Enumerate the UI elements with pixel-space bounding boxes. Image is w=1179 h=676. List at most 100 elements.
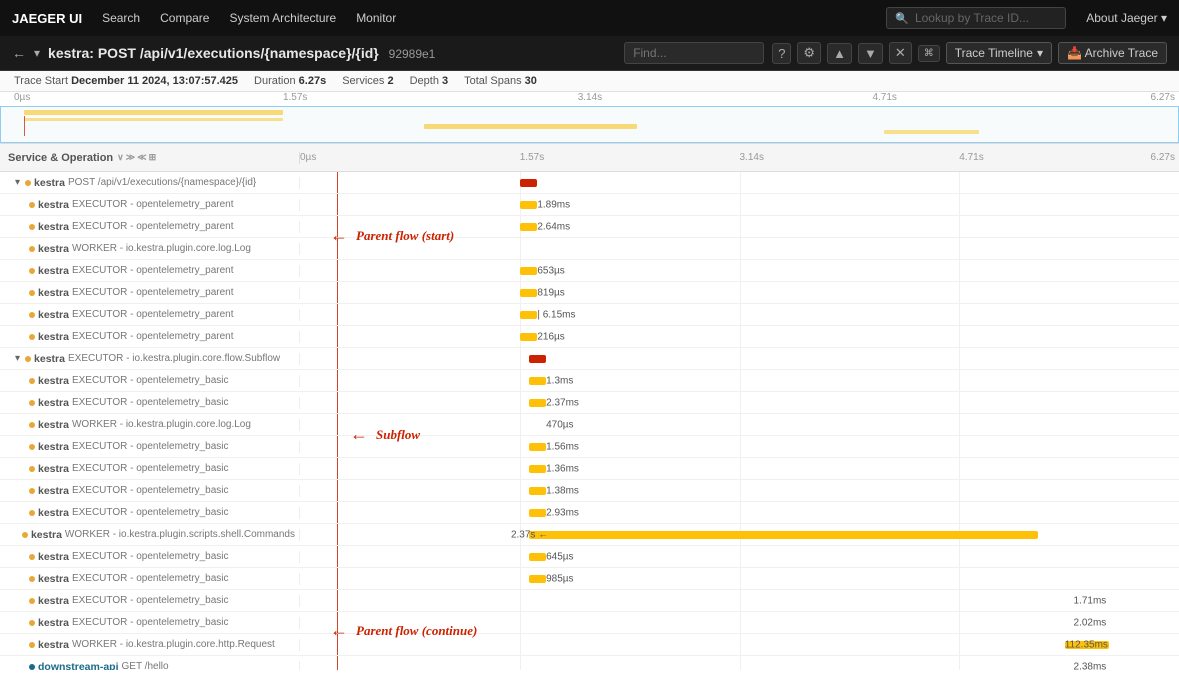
table-row[interactable]: kestra EXECUTOR - opentelemetry_basic 2.0… [0, 612, 1179, 634]
service-dot [29, 312, 35, 318]
table-row[interactable]: kestra EXECUTOR - opentelemetry_parent| … [0, 304, 1179, 326]
nav-search[interactable]: Search [102, 9, 140, 27]
table-row[interactable]: kestra EXECUTOR - opentelemetry_basic1.7… [0, 590, 1179, 612]
service-dot [29, 510, 35, 516]
about-button[interactable]: About Jaeger ▾ [1086, 11, 1167, 25]
nav-down-button[interactable]: ▼ [858, 43, 883, 64]
table-row[interactable]: ▾kestra POST /api/v1/executions/{namespa… [0, 172, 1179, 194]
nav-compare[interactable]: Compare [160, 9, 209, 27]
span-bar [520, 267, 538, 275]
table-row[interactable]: ▾kestra EXECUTOR - io.kestra.plugin.core… [0, 348, 1179, 370]
timeline-vline [337, 436, 338, 457]
nav-system-arch[interactable]: System Architecture [229, 9, 336, 27]
trace-rows-container[interactable]: ← Parent flow (start) ← Subflow ← Parent… [0, 172, 1179, 670]
table-row[interactable]: kestra WORKER - io.kestra.plugin.core.lo… [0, 414, 1179, 436]
grid-line [520, 392, 521, 413]
grid-line [959, 348, 960, 369]
close-button[interactable]: ✕ [889, 42, 912, 64]
service-dot [29, 664, 35, 670]
sort-asc-icon[interactable]: ∨ [117, 152, 124, 163]
table-row[interactable]: kestra EXECUTOR - opentelemetry_basic985… [0, 568, 1179, 590]
expand-all-icon[interactable]: ⊞ [149, 152, 157, 163]
span-duration-label: 2.02ms [1074, 617, 1107, 628]
table-row[interactable]: downstream-api GET /hello2.38ms [0, 656, 1179, 670]
expand-button[interactable]: ▾ [15, 177, 20, 188]
service-dot [29, 642, 35, 648]
expand-button[interactable]: ▾ [15, 353, 20, 364]
service-op-label: Service & Operation [8, 152, 113, 164]
timeline-dropdown-button[interactable]: Trace Timeline ▾ [946, 42, 1052, 64]
archive-label: Archive Trace [1085, 46, 1158, 60]
archive-button[interactable]: 📥 Archive Trace [1058, 42, 1167, 64]
trace-meta: Trace Start December 11 2024, 13:07:57.4… [0, 71, 1179, 92]
grid-line [740, 304, 741, 325]
row-timeline: 1.3ms [300, 370, 1179, 391]
trace-search-box[interactable]: 🔍 [886, 7, 1066, 29]
sort-toggle-icon[interactable]: ≪ [137, 152, 146, 163]
table-row[interactable]: kestra EXECUTOR - opentelemetry_parent1.… [0, 194, 1179, 216]
service-dot [25, 180, 31, 186]
find-input[interactable] [624, 42, 764, 64]
span-bar [529, 377, 547, 385]
tick-1.57s: 1.57s [520, 152, 544, 163]
timeline-minimap[interactable]: 0µs 1.57s 3.14s 4.71s 6.27s [0, 92, 1179, 144]
row-label: ▾kestra EXECUTOR - io.kestra.plugin.core… [0, 353, 300, 365]
chevron-down-icon: ▾ [1037, 46, 1043, 60]
grid-line [740, 568, 741, 589]
row-operation: GET /hello [122, 661, 169, 670]
timeline-vline [337, 546, 338, 567]
archive-icon: 📥 [1067, 46, 1082, 60]
table-row[interactable]: kestra WORKER - io.kestra.plugin.core.lo… [0, 238, 1179, 260]
row-label: kestra EXECUTOR - opentelemetry_basic [0, 397, 300, 409]
table-row[interactable]: kestra EXECUTOR - opentelemetry_parent65… [0, 260, 1179, 282]
row-label: kestra WORKER - io.kestra.plugin.core.ht… [0, 639, 300, 651]
table-row[interactable]: kestra EXECUTOR - opentelemetry_parent21… [0, 326, 1179, 348]
row-label: kestra EXECUTOR - opentelemetry_parent [0, 199, 300, 211]
nav-monitor[interactable]: Monitor [356, 9, 396, 27]
grid-line [959, 194, 960, 215]
chevron-toggle[interactable]: ▾ [34, 46, 40, 60]
nav-up-button[interactable]: ▲ [827, 43, 852, 64]
row-service-name: kestra [38, 441, 69, 453]
sort-icons[interactable]: ∨ ≫ ≪ ⊞ [117, 152, 156, 163]
settings-button[interactable]: ⚙ [797, 42, 821, 64]
timeline-vline [337, 304, 338, 325]
row-service-name: downstream-api [38, 661, 119, 671]
table-row[interactable]: kestra EXECUTOR - opentelemetry_basic2.3… [0, 392, 1179, 414]
sort-desc-icon[interactable]: ≫ [126, 152, 135, 163]
back-button[interactable]: ← [12, 45, 26, 61]
service-dot [29, 466, 35, 472]
table-row[interactable]: kestra WORKER - io.kestra.plugin.scripts… [0, 524, 1179, 546]
row-label: kestra EXECUTOR - opentelemetry_parent [0, 331, 300, 343]
span-bar [520, 333, 538, 341]
trace-services: Services 2 [342, 75, 393, 87]
trace-search-input[interactable] [915, 11, 1055, 25]
row-service-name: kestra [38, 265, 69, 277]
row-label: kestra EXECUTOR - opentelemetry_basic [0, 617, 300, 629]
table-row[interactable]: kestra EXECUTOR - opentelemetry_basic1.3… [0, 458, 1179, 480]
table-row[interactable]: kestra EXECUTOR - opentelemetry_basic645… [0, 546, 1179, 568]
row-operation: EXECUTOR - opentelemetry_parent [72, 331, 234, 342]
grid-line [740, 436, 741, 457]
table-row[interactable]: kestra EXECUTOR - opentelemetry_parent2.… [0, 216, 1179, 238]
minimap-viewport[interactable] [0, 106, 1179, 143]
grid-line [959, 282, 960, 303]
row-operation: EXECUTOR - opentelemetry_basic [72, 463, 229, 474]
table-row[interactable]: kestra EXECUTOR - opentelemetry_parent81… [0, 282, 1179, 304]
table-row[interactable]: kestra EXECUTOR - opentelemetry_basic1.3… [0, 480, 1179, 502]
table-row[interactable]: kestra WORKER - io.kestra.plugin.core.ht… [0, 634, 1179, 656]
table-row[interactable]: kestra EXECUTOR - opentelemetry_basic1.5… [0, 436, 1179, 458]
row-timeline [300, 348, 1179, 369]
tick-0µs: 0µs [300, 152, 316, 163]
help-button[interactable]: ? [772, 43, 791, 64]
table-row[interactable]: kestra EXECUTOR - opentelemetry_basic2.9… [0, 502, 1179, 524]
row-operation: EXECUTOR - io.kestra.plugin.core.flow.Su… [68, 353, 280, 364]
grid-line [959, 458, 960, 479]
row-operation: EXECUTOR - opentelemetry_basic [72, 485, 229, 496]
grid-line [959, 568, 960, 589]
trace-depth: Depth 3 [410, 75, 449, 87]
row-service-name: kestra [38, 397, 69, 409]
table-row[interactable]: kestra EXECUTOR - opentelemetry_basic1.3… [0, 370, 1179, 392]
grid-line [959, 634, 960, 655]
grid-line [520, 348, 521, 369]
